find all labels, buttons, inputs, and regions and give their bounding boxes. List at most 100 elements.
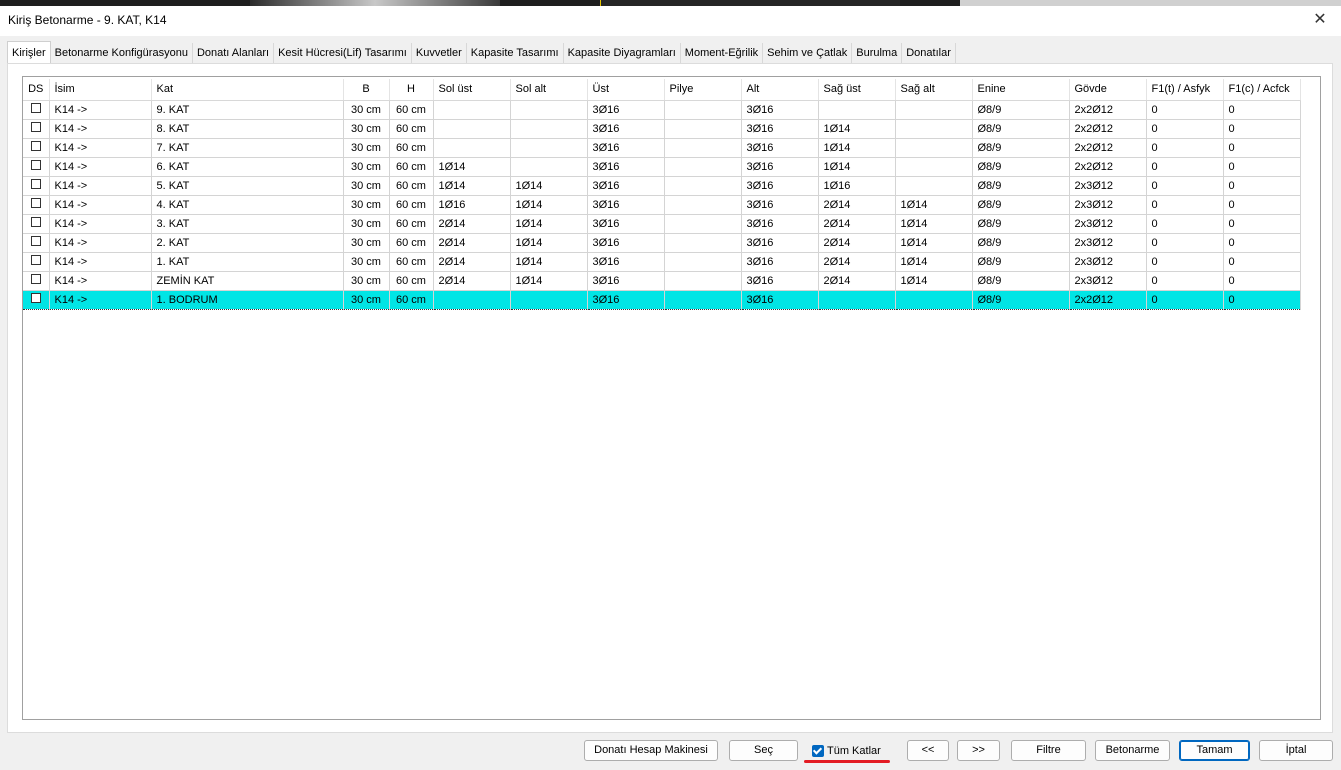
table-cell[interactable] [433, 119, 511, 139]
table-cell[interactable]: K14 -> [49, 271, 152, 291]
table-cell[interactable]: 8. KAT [151, 119, 344, 139]
table-cell[interactable]: 0 [1223, 176, 1301, 196]
table-cell[interactable]: 1Ø14 [818, 157, 896, 177]
table-cell[interactable]: 1Ø14 [433, 176, 511, 196]
table-cell[interactable]: Ø8/9 [972, 214, 1070, 234]
table-cell[interactable]: 30 cm [343, 119, 390, 139]
column-header[interactable]: DS [23, 79, 50, 101]
column-header[interactable]: Kat [151, 79, 344, 101]
ds-checkbox[interactable] [30, 197, 41, 208]
table-cell[interactable]: 2x3Ø12 [1069, 176, 1147, 196]
ds-checkbox[interactable] [30, 216, 41, 227]
table-cell[interactable]: 3Ø16 [741, 289, 819, 310]
table-cell[interactable]: 3Ø16 [587, 157, 665, 177]
table-cell[interactable]: 3Ø16 [587, 271, 665, 291]
table-cell[interactable]: 0 [1223, 195, 1301, 215]
table-row[interactable]: K14 -> 3. KAT 30 cm 60 cm 2Ø14 1Ø14 3Ø16 3Ø16 2Ø… [23, 214, 1301, 234]
table-cell[interactable]: 1Ø14 [895, 252, 973, 272]
table-row[interactable]: K14 -> 9. KAT 30 cm 60 cm 3Ø16 3Ø16 Ø8/9 2x2Ø12… [23, 100, 1301, 120]
table-cell[interactable]: 30 cm [343, 176, 390, 196]
table-cell[interactable] [664, 233, 742, 253]
table-cell[interactable]: 3Ø16 [587, 289, 665, 310]
table-cell[interactable]: 0 [1223, 119, 1301, 139]
ds-checkbox-cell[interactable] [23, 176, 50, 196]
table-cell[interactable]: 3Ø16 [587, 214, 665, 234]
table-cell[interactable]: 2Ø14 [818, 233, 896, 253]
table-cell[interactable]: 1Ø14 [510, 176, 588, 196]
table-cell[interactable]: 3Ø16 [587, 233, 665, 253]
calculator-button[interactable]: Donatı Hesap Makinesi [584, 740, 718, 761]
table-cell[interactable] [895, 157, 973, 177]
table-cell[interactable] [664, 214, 742, 234]
table-cell[interactable]: 0 [1146, 138, 1224, 158]
table-row[interactable]: K14 -> 1. BODRUM 30 cm 60 cm 3Ø16 3Ø16 Ø8/9 2x2… [23, 289, 1301, 310]
betonarme-button[interactable]: Betonarme [1095, 740, 1170, 761]
close-icon[interactable]: ✕ [1311, 11, 1329, 29]
table-row[interactable]: K14 -> 6. KAT 30 cm 60 cm 1Ø14 3Ø16 3Ø16 1Ø14 Ø8… [23, 157, 1301, 177]
table-cell[interactable]: 2x3Ø12 [1069, 214, 1147, 234]
table-row[interactable]: K14 -> 5. KAT 30 cm 60 cm 1Ø14 1Ø14 3Ø16 3Ø16 1Ø… [23, 176, 1301, 196]
table-cell[interactable]: 1Ø14 [433, 157, 511, 177]
table-row[interactable]: K14 -> 7. KAT 30 cm 60 cm 3Ø16 3Ø16 1Ø14 Ø8/9 2x… [23, 138, 1301, 158]
table-cell[interactable]: 60 cm [389, 195, 434, 215]
table-cell[interactable]: 3Ø16 [587, 119, 665, 139]
table-cell[interactable]: 2x3Ø12 [1069, 195, 1147, 215]
table-cell[interactable]: 30 cm [343, 214, 390, 234]
table-row[interactable]: K14 -> ZEMİN KAT 30 cm 60 cm 2Ø14 1Ø14 3Ø16 3Ø1… [23, 271, 1301, 291]
table-cell[interactable]: 9. KAT [151, 100, 344, 120]
ds-checkbox-cell[interactable] [23, 157, 50, 177]
table-cell[interactable]: 0 [1146, 176, 1224, 196]
table-cell[interactable]: 2Ø14 [818, 214, 896, 234]
table-cell[interactable]: 30 cm [343, 138, 390, 158]
table-cell[interactable]: 0 [1223, 233, 1301, 253]
table-cell[interactable]: 30 cm [343, 271, 390, 291]
table-cell[interactable]: 0 [1223, 138, 1301, 158]
tab-kapasite-tasarimi[interactable]: Kapasite Tasarımı [467, 43, 564, 63]
table-cell[interactable]: K14 -> [49, 176, 152, 196]
column-header[interactable]: Sol üst [433, 79, 511, 101]
ds-checkbox-cell[interactable] [23, 289, 50, 310]
tab-moment-egrilik[interactable]: Moment-Eğrilik [681, 43, 764, 63]
ds-checkbox[interactable] [30, 102, 41, 113]
table-cell[interactable] [664, 176, 742, 196]
table-cell[interactable] [510, 119, 588, 139]
table-cell[interactable]: 60 cm [389, 119, 434, 139]
all-floors-checkbox[interactable]: Tüm Katlar [812, 743, 881, 759]
ds-checkbox[interactable] [30, 178, 41, 189]
table-cell[interactable]: 0 [1146, 119, 1224, 139]
table-cell[interactable]: 60 cm [389, 233, 434, 253]
table-cell[interactable]: 3. KAT [151, 214, 344, 234]
table-cell[interactable]: 3Ø16 [587, 195, 665, 215]
table-cell[interactable]: 0 [1146, 252, 1224, 272]
table-cell[interactable]: Ø8/9 [972, 176, 1070, 196]
table-cell[interactable]: 2x2Ø12 [1069, 138, 1147, 158]
table-cell[interactable]: 2Ø14 [433, 252, 511, 272]
table-cell[interactable]: 3Ø16 [587, 138, 665, 158]
table-cell[interactable]: 1Ø16 [818, 176, 896, 196]
table-cell[interactable]: 1Ø14 [510, 271, 588, 291]
table-cell[interactable]: 2Ø14 [818, 252, 896, 272]
table-cell[interactable]: 60 cm [389, 176, 434, 196]
table-cell[interactable]: Ø8/9 [972, 138, 1070, 158]
tab-sehim-ve-catlak[interactable]: Sehim ve Çatlak [763, 43, 853, 63]
table-cell[interactable]: 30 cm [343, 157, 390, 177]
table-cell[interactable] [818, 289, 896, 310]
table-cell[interactable]: 2Ø14 [818, 271, 896, 291]
table-cell[interactable]: Ø8/9 [972, 195, 1070, 215]
ds-checkbox-cell[interactable] [23, 271, 50, 291]
table-cell[interactable]: 60 cm [389, 252, 434, 272]
table-cell[interactable]: Ø8/9 [972, 157, 1070, 177]
table-cell[interactable]: 1Ø14 [510, 214, 588, 234]
tab-donatilar[interactable]: Donatılar [902, 43, 956, 63]
table-cell[interactable]: 2x2Ø12 [1069, 100, 1147, 120]
column-header[interactable]: Sağ üst [818, 79, 896, 101]
ds-checkbox-cell[interactable] [23, 100, 50, 120]
table-cell[interactable]: 2Ø14 [433, 271, 511, 291]
table-row[interactable]: K14 -> 1. KAT 30 cm 60 cm 2Ø14 1Ø14 3Ø16 3Ø16 2Ø… [23, 252, 1301, 272]
table-row[interactable]: K14 -> 4. KAT 30 cm 60 cm 1Ø16 1Ø14 3Ø16 3Ø16 2Ø… [23, 195, 1301, 215]
table-cell[interactable]: 1Ø14 [510, 252, 588, 272]
table-cell[interactable]: 30 cm [343, 289, 390, 310]
table-cell[interactable]: K14 -> [49, 233, 152, 253]
table-cell[interactable]: Ø8/9 [972, 252, 1070, 272]
table-cell[interactable]: K14 -> [49, 289, 152, 310]
